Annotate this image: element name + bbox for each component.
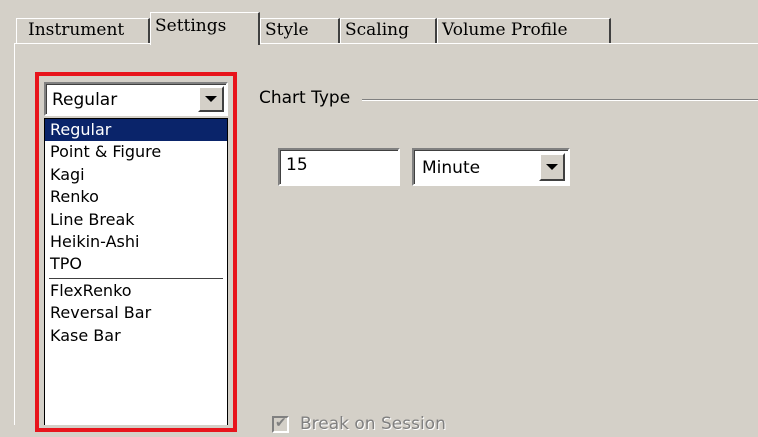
dropdown-option-heikin-ashi[interactable]: Heikin-Ashi bbox=[45, 231, 227, 253]
break-on-session-label: Break on Session bbox=[300, 414, 446, 434]
chart-type-group-border bbox=[362, 99, 758, 100]
interval-unit-dropdown-button[interactable] bbox=[539, 153, 565, 181]
tab-volume-profile[interactable]: Volume Profile bbox=[437, 18, 611, 43]
chart-type-dropdown-list: Regular Point & Figure Kagi Renko Line B… bbox=[44, 118, 228, 425]
interval-value-input[interactable]: 15 bbox=[278, 148, 400, 186]
tab-settings[interactable]: Settings bbox=[150, 12, 260, 45]
interval-unit-selected-value: Minute bbox=[422, 158, 481, 178]
dropdown-option-flexrenko[interactable]: FlexRenko bbox=[45, 280, 227, 302]
dropdown-option-line-break[interactable]: Line Break bbox=[45, 209, 227, 231]
tab-style[interactable]: Style bbox=[260, 18, 340, 43]
dropdown-separator bbox=[49, 277, 223, 279]
dropdown-option-point-figure[interactable]: Point & Figure bbox=[45, 141, 227, 163]
dropdown-option-reversal-bar[interactable]: Reversal Bar bbox=[45, 302, 227, 324]
chevron-down-icon bbox=[205, 96, 217, 102]
dropdown-option-renko[interactable]: Renko bbox=[45, 186, 227, 208]
dropdown-option-kase-bar[interactable]: Kase Bar bbox=[45, 325, 227, 347]
chevron-down-icon bbox=[546, 164, 558, 170]
chart-type-group-title: Chart Type bbox=[259, 88, 351, 108]
chart-type-selected-value: Regular bbox=[52, 90, 118, 110]
chart-type-dropdown-button[interactable] bbox=[198, 86, 224, 112]
dropdown-option-regular[interactable]: Regular bbox=[45, 119, 227, 142]
tab-instrument[interactable]: Instrument bbox=[16, 18, 150, 43]
chart-type-select[interactable]: Regular bbox=[44, 82, 228, 116]
interval-unit-select[interactable]: Minute bbox=[412, 148, 570, 186]
dropdown-option-kagi[interactable]: Kagi bbox=[45, 164, 227, 186]
dropdown-option-tpo[interactable]: TPO bbox=[45, 253, 227, 275]
panel-border bbox=[14, 44, 15, 425]
check-icon: ✔ bbox=[275, 414, 287, 430]
tab-strip: Instrument Settings Style Scaling Volume… bbox=[0, 0, 758, 45]
tab-divider bbox=[14, 43, 758, 44]
tab-scaling[interactable]: Scaling bbox=[340, 18, 437, 43]
